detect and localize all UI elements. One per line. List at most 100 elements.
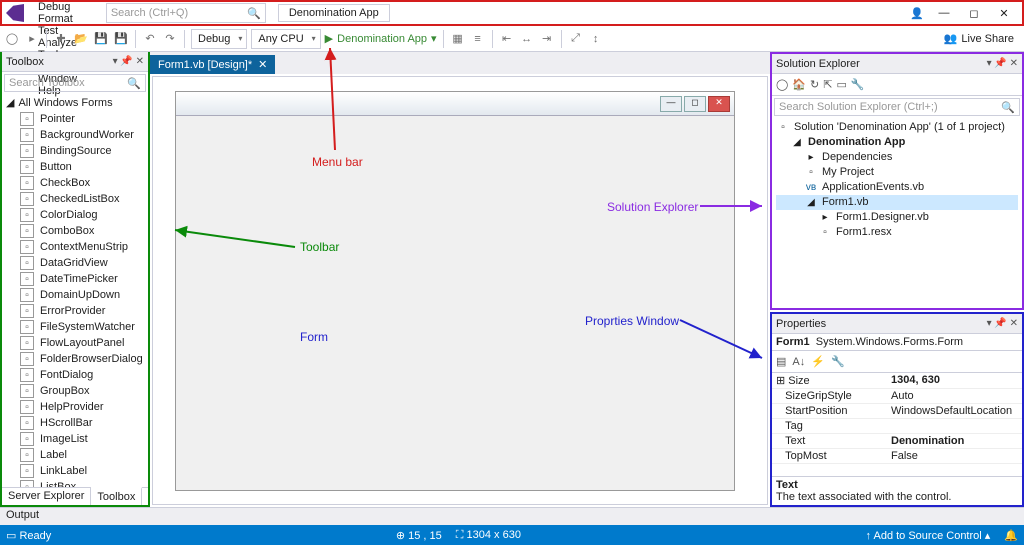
visual-studio-icon [6,4,24,22]
prop-row-size[interactable]: ⊞ Size1304, 630 [772,373,1022,389]
toolbox-item-flowlayoutpanel[interactable]: ▫FlowLayoutPanel [2,335,148,351]
undo-icon[interactable]: ↶ [142,31,158,47]
events-icon[interactable]: ⚡ [811,355,825,368]
show-all-icon[interactable]: ▭ [836,78,846,91]
save-icon[interactable]: 💾 [93,31,109,47]
nav-back-icon[interactable]: ◯ [4,31,20,47]
toolbox-item-datetimepicker[interactable]: ▫DateTimePicker [2,271,148,287]
solution-tree: ▫Solution 'Denomination App' (1 of 1 pro… [772,118,1022,242]
tree-appevents[interactable]: vʙApplicationEvents.vb [776,180,1018,195]
toolbox-item-groupbox[interactable]: ▫GroupBox [2,383,148,399]
refresh-icon[interactable]: ↻ [810,78,819,91]
toolbox-item-contextmenustrip[interactable]: ▫ContextMenuStrip [2,239,148,255]
home-icon[interactable]: ◯ [776,78,788,91]
toolbox-item-label[interactable]: ▫Label [2,447,148,463]
minimize-button[interactable]: — [934,7,954,19]
layout-icon[interactable]: ▦ [450,31,466,47]
align-icon[interactable]: ≡ [470,31,486,47]
form-preview[interactable]: — ◻ ✕ [175,91,735,491]
property-pages-icon[interactable]: 🔧 [831,355,845,368]
nav-fwd-icon[interactable]: ▸ [24,31,40,47]
size-icon[interactable]: ⤢ [568,31,584,47]
align-left-icon[interactable]: ⇤ [499,31,515,47]
start-debug-button[interactable]: ▶ Denomination App ▾ [325,32,437,45]
toolbox-item-checkbox[interactable]: ▫CheckBox [2,175,148,191]
collapse-all-icon[interactable]: ⇱ [823,78,832,91]
prop-row-sizegripstyle[interactable]: SizeGripStyleAuto [772,389,1022,404]
prop-row-tag[interactable]: Tag [772,419,1022,434]
tab-server-explorer[interactable]: Server Explorer [2,488,91,505]
toolbox-item-errorprovider[interactable]: ▫ErrorProvider [2,303,148,319]
form-close-icon[interactable]: ✕ [708,96,730,112]
tab-toolbox[interactable]: Toolbox [91,487,142,505]
home-icon[interactable]: 🏠 [792,78,806,91]
toolbox-item-hscrollbar[interactable]: ▫HScrollBar [2,415,148,431]
close-button[interactable]: ✕ [994,7,1014,20]
main-area: Toolbox ▾ 📌 ✕ Search Toolbox 🔍 ◢ All Win… [0,52,1024,507]
tree-form1[interactable]: ◢Form1.vb [776,195,1018,210]
properties-object-selector[interactable]: Form1 System.Windows.Forms.Form [772,334,1022,351]
prop-row-topmost[interactable]: TopMostFalse [772,449,1022,464]
menu-debug[interactable]: Debug [30,1,100,13]
menu-format[interactable]: Format [30,13,100,25]
form-min-icon[interactable]: — [660,96,682,112]
toolbox-item-listbox[interactable]: ▫ListBox [2,479,148,487]
toolbox-item-helpprovider[interactable]: ▫HelpProvider [2,399,148,415]
toolbox-item-checkedlistbox[interactable]: ▫CheckedListBox [2,191,148,207]
status-notifications-icon[interactable]: 🔔 [1004,529,1018,542]
toolbox-item-pointer[interactable]: ▫Pointer [2,111,148,127]
status-source-control[interactable]: ↑ Add to Source Control ▴ [866,529,991,542]
tree-form1-resx[interactable]: ▫Form1.resx [776,225,1018,240]
toolbox-item-folderbrowserdialog[interactable]: ▫FolderBrowserDialog [2,351,148,367]
maximize-button[interactable]: ◻ [964,7,984,20]
pin-icon[interactable]: ▾ 📌 ✕ [987,58,1018,69]
output-panel-title[interactable]: Output [0,507,1024,525]
toolbox-item-imagelist[interactable]: ▫ImageList [2,431,148,447]
align-right-icon[interactable]: ⇥ [539,31,555,47]
toolbox-search[interactable]: Search Toolbox 🔍 [4,74,146,92]
tree-myproject[interactable]: ▫My Project [776,165,1018,180]
new-project-icon[interactable]: ✚ [53,31,69,47]
spacing-icon[interactable]: ↕ [588,31,604,47]
properties-icon[interactable]: 🔧 [851,78,865,91]
toolbox-item-icon: ▫ [20,256,34,270]
prop-row-text[interactable]: TextDenomination [772,434,1022,449]
config-combo[interactable]: Debug [191,29,247,49]
toolbox-item-button[interactable]: ▫Button [2,159,148,175]
redo-icon[interactable]: ↷ [162,31,178,47]
platform-combo[interactable]: Any CPU [251,29,320,49]
doc-tab-form1[interactable]: Form1.vb [Design]* ✕ [150,55,275,74]
toolbox-item-domainupdown[interactable]: ▫DomainUpDown [2,287,148,303]
form-max-icon[interactable]: ◻ [684,96,706,112]
toolbox-item-combobox[interactable]: ▫ComboBox [2,223,148,239]
pin-icon[interactable]: ▾ 📌 ✕ [987,318,1018,329]
toolbox-group-header[interactable]: ◢ All Windows Forms [2,94,148,111]
solution-explorer-title: Solution Explorer ▾ 📌 ✕ [772,54,1022,74]
toolbox-item-linklabel[interactable]: ▫LinkLabel [2,463,148,479]
tree-solution-root[interactable]: ▫Solution 'Denomination App' (1 of 1 pro… [776,120,1018,135]
save-all-icon[interactable]: 💾 [113,31,129,47]
prop-row-startposition[interactable]: StartPositionWindowsDefaultLocation [772,404,1022,419]
tree-dependencies[interactable]: ▸Dependencies [776,150,1018,165]
open-icon[interactable]: 📂 [73,31,89,47]
properties-grid[interactable]: ⊞ Size1304, 630 SizeGripStyleAuto StartP… [772,373,1022,476]
toolbox-item-colordialog[interactable]: ▫ColorDialog [2,207,148,223]
toolbox-item-bindingsource[interactable]: ▫BindingSource [2,143,148,159]
quicklaunch-search[interactable]: Search (Ctrl+Q) 🔍 [106,3,266,23]
categorized-icon[interactable]: ▤ [776,355,786,368]
toolbox-item-filesystemwatcher[interactable]: ▫FileSystemWatcher [2,319,148,335]
toolbox-item-backgroundworker[interactable]: ▫BackgroundWorker [2,127,148,143]
toolbox-item-fontdialog[interactable]: ▫FontDialog [2,367,148,383]
pin-icon[interactable]: ▾ 📌 ✕ [113,56,144,67]
toolbox-item-icon: ▫ [20,352,34,366]
tree-project[interactable]: ◢Denomination App [776,135,1018,150]
design-surface[interactable]: — ◻ ✕ [152,76,768,505]
align-center-icon[interactable]: ↔ [519,31,535,47]
live-share-button[interactable]: 👥 Live Share [944,32,1020,45]
toolbox-item-datagridview[interactable]: ▫DataGridView [2,255,148,271]
alphabetical-icon[interactable]: A↓ [792,356,805,368]
solution-explorer-search[interactable]: Search Solution Explorer (Ctrl+;) 🔍 [774,98,1020,116]
close-icon[interactable]: ✕ [258,58,267,71]
user-avatar-icon[interactable]: 👤 [910,7,924,20]
tree-form1-designer[interactable]: ▸Form1.Designer.vb [776,210,1018,225]
